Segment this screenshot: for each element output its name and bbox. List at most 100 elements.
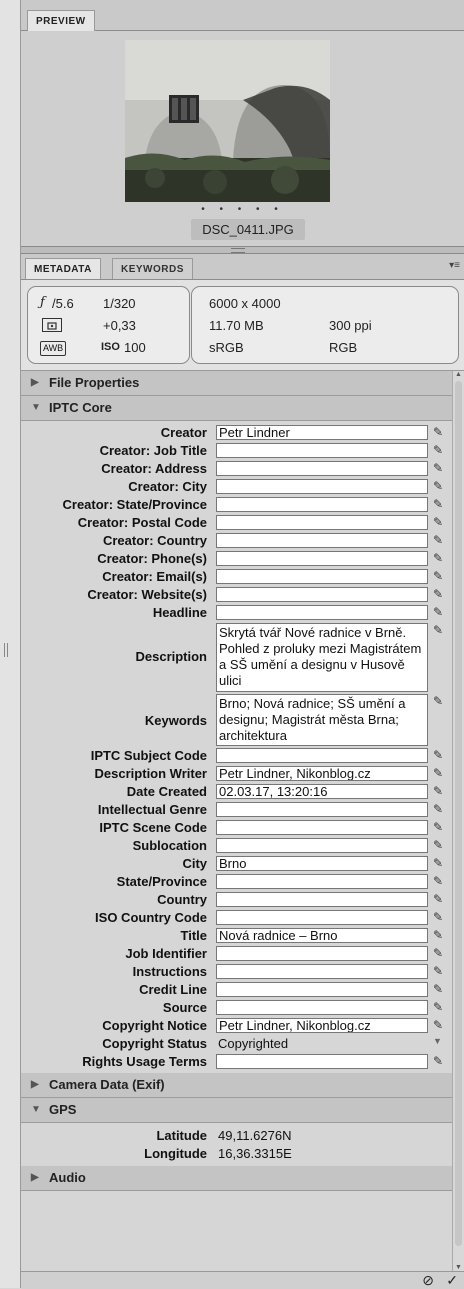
preview-image[interactable] xyxy=(125,40,330,202)
file-info-box: 6000 x 4000 11.70 MB 300 ppi sRGB RGB xyxy=(191,286,459,364)
field-row-subject-code: IPTC Subject Code ✎ xyxy=(21,747,452,765)
field-label: Creator: Website(s) xyxy=(87,587,207,602)
headline-field[interactable] xyxy=(216,605,428,620)
pencil-icon[interactable]: ✎ xyxy=(433,587,443,601)
panel-menu-icon[interactable]: ▾≡ xyxy=(449,260,460,271)
field-row-creator-job-title: Creator: Job Title ✎ xyxy=(21,442,452,460)
pencil-icon[interactable]: ✎ xyxy=(433,533,443,547)
credit-line-field[interactable] xyxy=(216,982,428,997)
field-row-scene-code: IPTC Scene Code ✎ xyxy=(21,819,452,837)
keywords-field[interactable]: Brno; Nová radnice; SŠ umění a designu; … xyxy=(216,694,428,746)
pencil-icon[interactable]: ✎ xyxy=(433,964,443,978)
pencil-icon[interactable]: ✎ xyxy=(433,766,443,780)
pencil-icon[interactable]: ✎ xyxy=(433,856,443,870)
date-created-field[interactable]: 02.03.17, 13:20:16 xyxy=(216,784,428,799)
description-field[interactable]: Skrytá tvář Nové radnice v Brně. Pohled … xyxy=(216,623,428,692)
pencil-icon[interactable]: ✎ xyxy=(433,1018,443,1032)
creator-email-field[interactable] xyxy=(216,569,428,584)
section-label: GPS xyxy=(49,1102,77,1117)
chevron-down-icon[interactable]: ▼ xyxy=(433,1036,442,1046)
field-label: Description xyxy=(135,649,207,664)
camera-info-box: ƒ /5.6 1/320 +0,33 AWB ISO 100 xyxy=(27,286,190,364)
pencil-icon[interactable]: ✎ xyxy=(433,479,443,493)
field-label: Creator xyxy=(160,425,207,440)
tab-keywords[interactable]: KEYWORDS xyxy=(112,258,193,279)
pencil-icon[interactable]: ✎ xyxy=(433,838,443,852)
field-label: Intellectual Genre xyxy=(97,802,207,817)
white-balance-icon: AWB xyxy=(40,341,67,356)
pencil-icon[interactable]: ✎ xyxy=(433,551,443,565)
creator-state-field[interactable] xyxy=(216,497,428,512)
dock-grip[interactable] xyxy=(4,643,8,657)
pencil-icon[interactable]: ✎ xyxy=(433,694,443,708)
pencil-icon[interactable]: ✎ xyxy=(433,461,443,475)
pencil-icon[interactable]: ✎ xyxy=(433,425,443,439)
intellectual-genre-field[interactable] xyxy=(216,802,428,817)
cancel-icon[interactable]: ⊘ xyxy=(422,1272,434,1289)
country-field[interactable] xyxy=(216,892,428,907)
pencil-icon[interactable]: ✎ xyxy=(433,820,443,834)
pencil-icon[interactable]: ✎ xyxy=(433,802,443,816)
pencil-icon[interactable]: ✎ xyxy=(433,928,443,942)
creator-address-field[interactable] xyxy=(216,461,428,476)
rights-usage-field[interactable] xyxy=(216,1054,428,1069)
vertical-scrollbar[interactable]: ▲ ▼ xyxy=(452,371,464,1271)
page-dots[interactable]: • • • • • xyxy=(21,204,464,215)
field-row-city: City Brno ✎ xyxy=(21,855,452,873)
tab-metadata[interactable]: METADATA xyxy=(25,258,101,279)
creator-phone-field[interactable] xyxy=(216,551,428,566)
job-identifier-field[interactable] xyxy=(216,946,428,961)
scroll-down-icon[interactable]: ▼ xyxy=(455,1264,462,1271)
panel-splitter[interactable] xyxy=(21,246,464,254)
copyright-status-select[interactable]: Copyrighted xyxy=(218,1036,288,1051)
scroll-up-icon[interactable]: ▲ xyxy=(455,371,462,378)
field-row-creator-phone: Creator: Phone(s) ✎ xyxy=(21,550,452,568)
pencil-icon[interactable]: ✎ xyxy=(433,910,443,924)
pencil-icon[interactable]: ✎ xyxy=(433,515,443,529)
field-label: Latitude xyxy=(156,1128,207,1143)
pencil-icon[interactable]: ✎ xyxy=(433,497,443,511)
sublocation-field[interactable] xyxy=(216,838,428,853)
creator-field[interactable]: Petr Lindner xyxy=(216,425,428,440)
iso-country-code-field[interactable] xyxy=(216,910,428,925)
field-row-date-created: Date Created 02.03.17, 13:20:16 ✎ xyxy=(21,783,452,801)
pencil-icon[interactable]: ✎ xyxy=(433,569,443,583)
pencil-icon[interactable]: ✎ xyxy=(433,892,443,906)
pencil-icon[interactable]: ✎ xyxy=(433,784,443,798)
source-field[interactable] xyxy=(216,1000,428,1015)
creator-website-field[interactable] xyxy=(216,587,428,602)
creator-job-title-field[interactable] xyxy=(216,443,428,458)
scroll-thumb[interactable] xyxy=(455,381,462,1246)
color-profile: sRGB xyxy=(209,340,244,355)
pencil-icon[interactable]: ✎ xyxy=(433,874,443,888)
state-field[interactable] xyxy=(216,874,428,889)
pencil-icon[interactable]: ✎ xyxy=(433,1000,443,1014)
field-label: State/Province xyxy=(116,874,207,889)
pencil-icon[interactable]: ✎ xyxy=(433,946,443,960)
section-camera-data[interactable]: ▶ Camera Data (Exif) xyxy=(21,1073,452,1098)
pencil-icon[interactable]: ✎ xyxy=(433,605,443,619)
pencil-icon[interactable]: ✎ xyxy=(433,982,443,996)
pencil-icon[interactable]: ✎ xyxy=(433,748,443,762)
copyright-notice-field[interactable]: Petr Lindner, Nikonblog.cz xyxy=(216,1018,428,1033)
field-label: Job Identifier xyxy=(125,946,207,961)
field-label: Keywords xyxy=(144,713,207,728)
section-audio[interactable]: ▶ Audio xyxy=(21,1166,452,1191)
pencil-icon[interactable]: ✎ xyxy=(433,1054,443,1068)
subject-code-field[interactable] xyxy=(216,748,428,763)
section-gps[interactable]: ▼ GPS xyxy=(21,1098,452,1123)
instructions-field[interactable] xyxy=(216,964,428,979)
pencil-icon[interactable]: ✎ xyxy=(433,443,443,457)
description-writer-field[interactable]: Petr Lindner, Nikonblog.cz xyxy=(216,766,428,781)
title-field[interactable]: Nová radnice – Brno xyxy=(216,928,428,943)
apply-icon[interactable]: ✓ xyxy=(446,1272,458,1289)
pencil-icon[interactable]: ✎ xyxy=(433,623,443,637)
scene-code-field[interactable] xyxy=(216,820,428,835)
section-file-properties[interactable]: ▶ File Properties xyxy=(21,371,452,396)
section-iptc-core[interactable]: ▼ IPTC Core xyxy=(21,396,452,421)
creator-country-field[interactable] xyxy=(216,533,428,548)
creator-postal-field[interactable] xyxy=(216,515,428,530)
tab-preview[interactable]: PREVIEW xyxy=(27,10,95,31)
city-field[interactable]: Brno xyxy=(216,856,428,871)
creator-city-field[interactable] xyxy=(216,479,428,494)
